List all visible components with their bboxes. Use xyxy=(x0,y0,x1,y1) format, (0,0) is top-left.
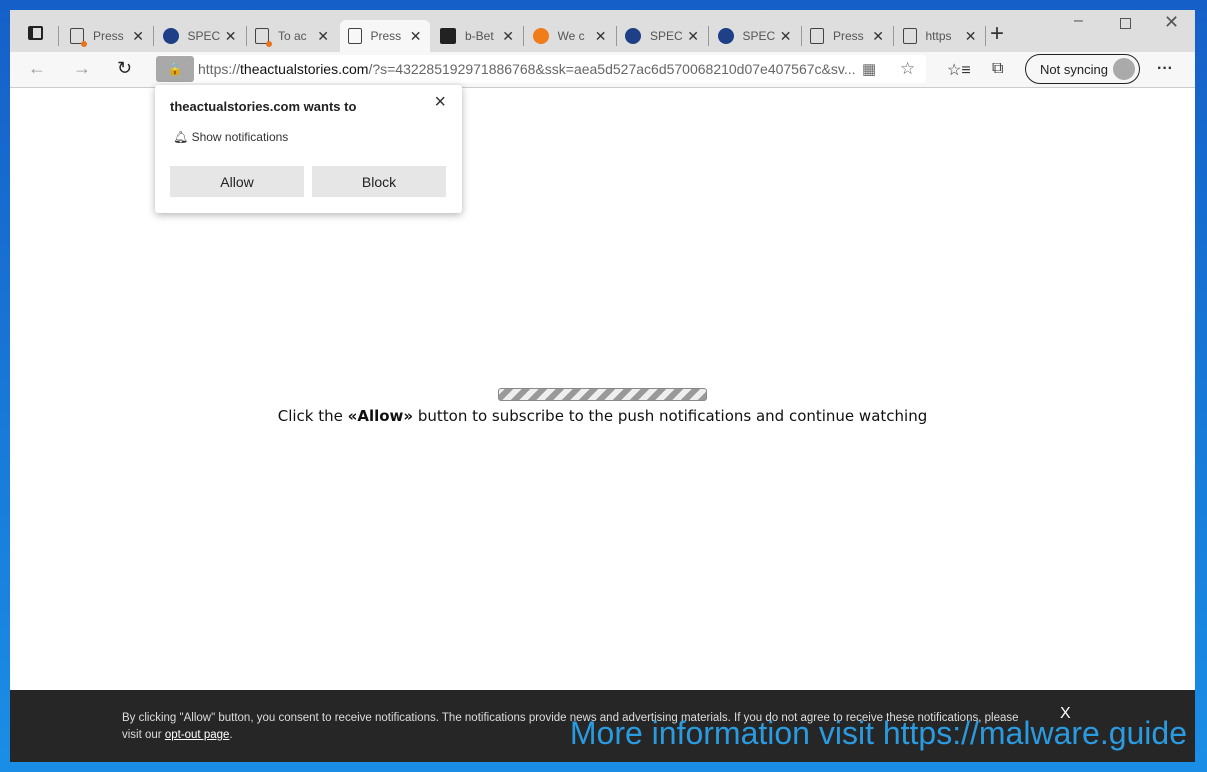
close-window-button[interactable]: ✕ xyxy=(1164,12,1179,33)
block-button[interactable]: Block xyxy=(312,166,446,197)
address-bar[interactable]: 🔒 https://theactualstories.com/?s=432285… xyxy=(156,55,926,83)
back-icon[interactable]: ← xyxy=(28,58,46,79)
collections-icon[interactable]: ⧉ xyxy=(992,60,1003,78)
qr-code-icon[interactable]: ▦ xyxy=(862,60,876,78)
close-tab-icon[interactable]: ✕ xyxy=(872,28,884,45)
dark-logo-icon xyxy=(440,28,456,44)
tab[interactable]: https ✕ xyxy=(895,20,985,52)
bell-icon: 🔔︎ xyxy=(173,130,189,144)
orange-chart-icon xyxy=(532,28,549,44)
add-favorite-icon[interactable]: ☆ xyxy=(900,59,915,79)
close-tab-icon[interactable]: ✕ xyxy=(780,28,792,45)
tab[interactable]: b-Bet ✕ xyxy=(432,20,522,52)
toolbar: ← → ↻ 🔒 https://theactualstories.com/?s=… xyxy=(10,52,1195,88)
tab[interactable]: Press ✕ xyxy=(802,20,892,52)
close-tab-icon[interactable]: ✕ xyxy=(317,28,329,45)
nyt-icon xyxy=(162,28,179,44)
profile-sync-button[interactable]: Not syncing xyxy=(1025,54,1140,84)
close-tab-icon[interactable]: ✕ xyxy=(410,28,422,45)
more-menu-icon[interactable]: ··· xyxy=(1157,60,1173,78)
close-icon[interactable]: × xyxy=(434,91,446,114)
maximize-button[interactable] xyxy=(1120,18,1131,29)
tab[interactable]: SPEC ✕ xyxy=(710,20,800,52)
forward-icon[interactable]: → xyxy=(73,58,91,79)
page-icon xyxy=(810,28,824,44)
tab-actions-icon[interactable] xyxy=(28,26,43,40)
watermark: More information visit https://malware.g… xyxy=(569,715,1187,751)
close-tab-icon[interactable]: ✕ xyxy=(132,28,144,45)
instruction-text: Click the «Allow» button to subscribe to… xyxy=(277,407,928,425)
tab[interactable]: Press ✕ xyxy=(62,20,152,52)
close-tab-icon[interactable]: ✕ xyxy=(965,28,977,45)
page-icon-notify xyxy=(70,28,87,47)
tab[interactable]: To ac ✕ xyxy=(247,20,337,52)
tab[interactable]: Press ✕ xyxy=(339,20,430,52)
tab[interactable]: SPEC ✕ xyxy=(617,20,707,52)
tab[interactable]: SPEC ✕ xyxy=(155,20,245,52)
browser-window: Press ✕ SPEC ✕ To ac ✕ Press ✕ b-Bet ✕ We c ✕ SPEC ✕ S… xyxy=(10,10,1195,762)
page-icon xyxy=(347,28,362,44)
tab-bar: Press ✕ SPEC ✕ To ac ✕ Press ✕ b-Bet ✕ We c ✕ SPEC ✕ S… xyxy=(10,10,1195,52)
close-tab-icon[interactable]: ✕ xyxy=(595,28,607,45)
lock-icon[interactable]: 🔒 xyxy=(156,56,194,82)
page-icon-notify xyxy=(255,28,272,47)
nyt-icon xyxy=(717,28,734,44)
allow-button[interactable]: Allow xyxy=(170,166,304,197)
close-tab-icon[interactable]: ✕ xyxy=(225,28,237,45)
close-tab-icon[interactable]: ✕ xyxy=(687,28,699,45)
minimize-button[interactable]: – xyxy=(1074,12,1083,30)
close-tab-icon[interactable]: ✕ xyxy=(502,28,514,45)
refresh-icon[interactable]: ↻ xyxy=(117,58,132,79)
notification-permission-popup: theactualstories.com wants to × 🔔︎ Show … xyxy=(155,85,462,213)
avatar xyxy=(1113,58,1135,80)
opt-out-link[interactable]: opt-out page xyxy=(165,729,230,741)
favorites-icon[interactable]: ☆≡ xyxy=(947,60,971,80)
page-icon xyxy=(902,28,917,44)
new-tab-button[interactable]: + xyxy=(990,20,1004,48)
nyt-icon xyxy=(625,28,641,44)
loading-progress-bar xyxy=(498,388,707,401)
tab[interactable]: We c ✕ xyxy=(525,20,615,52)
